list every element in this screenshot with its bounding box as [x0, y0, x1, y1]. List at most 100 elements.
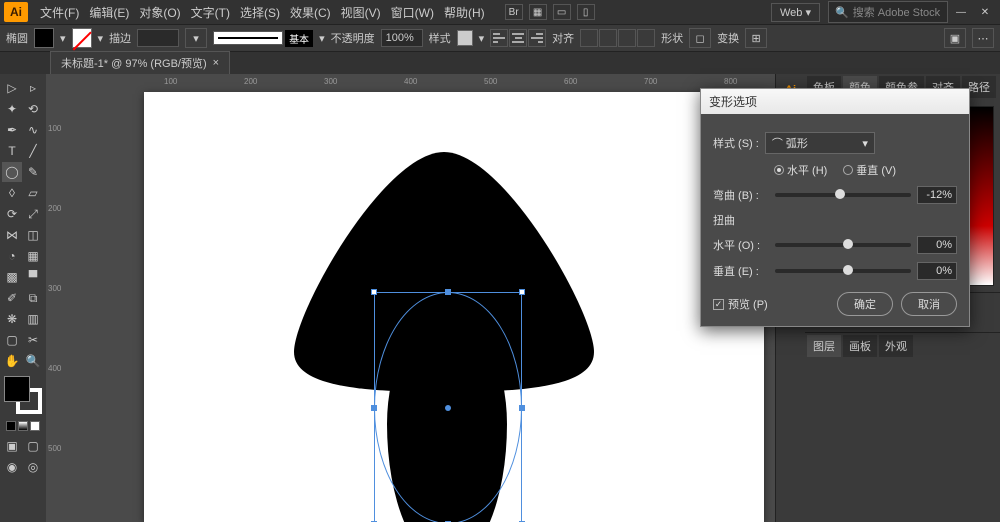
selection-handle[interactable]	[371, 289, 377, 295]
type-tool[interactable]: T	[2, 141, 22, 161]
shape-button[interactable]: ◻	[689, 28, 711, 48]
grid-icon[interactable]: ▯	[577, 4, 595, 20]
transform-button[interactable]: ⊞	[745, 28, 767, 48]
minimize-icon[interactable]: —	[952, 4, 970, 20]
chevron-down-icon[interactable]: ▾	[60, 32, 66, 45]
workspace-switcher[interactable]: Web ▾	[771, 3, 820, 22]
distort-v-slider[interactable]	[775, 269, 911, 273]
cancel-button[interactable]: 取消	[901, 292, 957, 316]
tab-layers[interactable]: 图层	[807, 335, 841, 357]
bridge-icon[interactable]: Br	[505, 4, 523, 20]
rotate-tool[interactable]: ⟳	[2, 204, 22, 224]
bend-value[interactable]: -12%	[917, 186, 957, 204]
menu-view[interactable]: 视图(V)	[337, 2, 385, 23]
gradient-tool[interactable]: ▀	[23, 267, 43, 287]
shaper-tool[interactable]: ◊	[2, 183, 22, 203]
direct-selection-tool[interactable]: ▹	[23, 78, 43, 98]
scale-tool[interactable]: ⤢	[23, 204, 43, 224]
graph-tool[interactable]: ▥	[23, 309, 43, 329]
selection-tool[interactable]: ▷	[2, 78, 22, 98]
menu-type[interactable]: 文字(T)	[187, 2, 234, 23]
isolate-button[interactable]: ▣	[944, 28, 966, 48]
width-tool[interactable]: ⋈	[2, 225, 22, 245]
orientation-vertical-radio[interactable]: 垂直 (V)	[843, 162, 896, 178]
align-left-icon[interactable]	[490, 29, 508, 47]
chevron-down-icon[interactable]: ▾	[98, 32, 104, 45]
paintbrush-tool[interactable]: ✎	[23, 162, 43, 182]
eraser-tool[interactable]: ▱	[23, 183, 43, 203]
preview-checkbox[interactable]: ✓预览 (P)	[713, 296, 768, 312]
color-mode-none[interactable]	[30, 421, 40, 431]
artboard[interactable]	[144, 92, 764, 522]
tab-appearance[interactable]: 外观	[879, 335, 913, 357]
orientation-horizontal-radio[interactable]: 水平 (H)	[774, 162, 827, 178]
stroke-profile-button[interactable]: ▾	[185, 28, 207, 48]
mesh-tool[interactable]: ▩	[2, 267, 22, 287]
menu-object[interactable]: 对象(O)	[135, 2, 184, 23]
path-anchor[interactable]	[371, 405, 377, 411]
opacity-input[interactable]	[381, 29, 423, 47]
color-mode-solid[interactable]	[6, 421, 16, 431]
color-mode-gradient[interactable]	[18, 421, 28, 431]
pathfinder-icon[interactable]	[580, 29, 598, 47]
menu-select[interactable]: 选择(S)	[236, 2, 284, 23]
tab-artboards[interactable]: 画板	[843, 335, 877, 357]
pen-tool[interactable]: ✒	[2, 120, 22, 140]
menu-file[interactable]: 文件(F)	[36, 2, 83, 23]
selection-handle[interactable]	[519, 289, 525, 295]
align-center-icon[interactable]	[509, 29, 527, 47]
stroke-swatch[interactable]	[72, 28, 92, 48]
fill-chip[interactable]	[4, 376, 30, 402]
path-anchor[interactable]	[445, 289, 451, 295]
pathfinder-icon[interactable]	[599, 29, 617, 47]
draw-behind-icon[interactable]: ◎	[23, 457, 43, 477]
stroke-weight-input[interactable]	[137, 29, 179, 47]
screen-mode-normal[interactable]: ▣	[2, 436, 22, 456]
slice-tool[interactable]: ✂	[23, 330, 43, 350]
graphic-style-swatch[interactable]	[457, 30, 473, 46]
brush-basic-chip[interactable]: 基本	[285, 30, 313, 47]
eyedropper-tool[interactable]: ✐	[2, 288, 22, 308]
warp-style-select[interactable]: ⌒ 弧形 ▾	[765, 132, 875, 154]
shape-builder-tool[interactable]: ◔	[2, 246, 22, 266]
more-button[interactable]: ⋯	[972, 28, 994, 48]
stroke-preview[interactable]	[213, 31, 283, 45]
ok-button[interactable]: 确定	[837, 292, 893, 316]
canvas[interactable]: 100 200 300 400 500 600 700 800	[64, 74, 775, 522]
menu-window[interactable]: 窗口(W)	[387, 2, 438, 23]
free-transform-tool[interactable]: ◫	[23, 225, 43, 245]
pathfinder-icon[interactable]	[637, 29, 655, 47]
ellipse-tool[interactable]: ◯	[2, 162, 22, 182]
close-icon[interactable]: ×	[213, 57, 219, 69]
hand-tool[interactable]: ✋	[2, 351, 22, 371]
draw-normal-icon[interactable]: ◉	[2, 457, 22, 477]
magic-wand-tool[interactable]: ✦	[2, 99, 22, 119]
center-anchor[interactable]	[445, 405, 451, 411]
distort-v-value[interactable]: 0%	[917, 262, 957, 280]
chevron-down-icon[interactable]: ▾	[319, 32, 325, 45]
path-anchor[interactable]	[519, 405, 525, 411]
close-icon[interactable]: ✕	[976, 4, 994, 20]
chevron-down-icon[interactable]: ▾	[479, 32, 485, 45]
zoom-tool[interactable]: 🔍	[23, 351, 43, 371]
distort-h-slider[interactable]	[775, 243, 911, 247]
lasso-tool[interactable]: ⟲	[23, 99, 43, 119]
menu-edit[interactable]: 编辑(E)	[85, 2, 133, 23]
menu-effect[interactable]: 效果(C)	[286, 2, 335, 23]
search-input[interactable]: 🔍搜索 Adobe Stock	[828, 1, 948, 23]
perspective-tool[interactable]: ▦	[23, 246, 43, 266]
arrange-icon[interactable]: ▭	[553, 4, 571, 20]
document-tab[interactable]: 未标题-1* @ 97% (RGB/预览) ×	[50, 51, 230, 74]
menu-help[interactable]: 帮助(H)	[440, 2, 489, 23]
align-right-icon[interactable]	[528, 29, 546, 47]
pathfinder-icon[interactable]	[618, 29, 636, 47]
fill-stroke-control[interactable]	[4, 376, 42, 414]
curvature-tool[interactable]: ∿	[23, 120, 43, 140]
fill-swatch[interactable]	[34, 28, 54, 48]
bend-slider[interactable]	[775, 193, 911, 197]
stock-icon[interactable]: ▦	[529, 4, 547, 20]
artboard-tool[interactable]: ▢	[2, 330, 22, 350]
screen-mode-full[interactable]: ▢	[23, 436, 43, 456]
distort-h-value[interactable]: 0%	[917, 236, 957, 254]
line-tool[interactable]: ╱	[23, 141, 43, 161]
